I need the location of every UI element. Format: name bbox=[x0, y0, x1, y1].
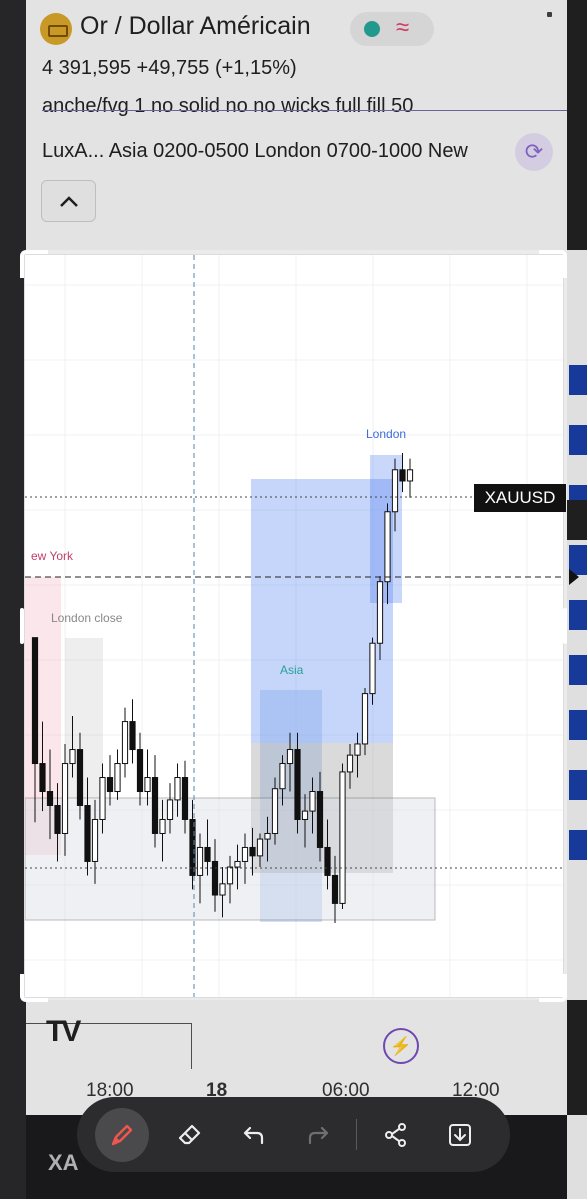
candle-body bbox=[279, 763, 286, 790]
candle-body bbox=[406, 469, 414, 482]
london-close-zone bbox=[65, 638, 103, 798]
redo-icon bbox=[308, 1126, 329, 1145]
pen-button[interactable] bbox=[95, 1108, 149, 1162]
session-label-london-close: London close bbox=[51, 611, 123, 625]
candle-body bbox=[129, 721, 136, 751]
download-icon bbox=[449, 1124, 471, 1146]
candle-body bbox=[399, 469, 406, 482]
redo-button[interactable] bbox=[291, 1108, 345, 1162]
crop-handle-right[interactable] bbox=[563, 608, 567, 644]
session-label-asia: Asia bbox=[280, 663, 304, 677]
candle-body bbox=[376, 581, 384, 644]
candle-body bbox=[234, 860, 241, 868]
candle-body bbox=[106, 777, 114, 793]
candle-body bbox=[114, 763, 121, 793]
candle-body bbox=[219, 883, 226, 896]
candle-body bbox=[166, 799, 174, 820]
crop-handle-bottom-left[interactable] bbox=[20, 974, 48, 1002]
candle-body bbox=[99, 777, 106, 820]
pen-icon bbox=[111, 1124, 133, 1146]
symbol-price-tag: XAUUSD bbox=[474, 484, 566, 512]
candle-body bbox=[76, 749, 84, 806]
candle-body bbox=[211, 860, 219, 896]
candle-body bbox=[354, 743, 361, 756]
download-button[interactable] bbox=[433, 1108, 487, 1162]
chart-canvas[interactable]: London Asia ew York London close bbox=[25, 255, 564, 998]
candle-body bbox=[361, 693, 369, 745]
candle-body bbox=[286, 749, 294, 765]
candle-body bbox=[346, 754, 354, 773]
toolbar-separator bbox=[356, 1119, 357, 1150]
candle-body bbox=[264, 832, 271, 840]
candle-body bbox=[369, 642, 376, 695]
candle-body bbox=[249, 846, 256, 857]
candle-body bbox=[331, 874, 339, 904]
candle-body bbox=[226, 866, 234, 885]
undo-button[interactable] bbox=[227, 1108, 281, 1162]
crop-handle-bottom-right[interactable] bbox=[539, 974, 567, 1002]
candle-body bbox=[174, 777, 181, 801]
candle-body bbox=[54, 805, 61, 834]
session-label-london: London bbox=[366, 427, 406, 441]
candle-body bbox=[316, 791, 324, 848]
candle-body bbox=[84, 805, 91, 862]
candle-body bbox=[256, 838, 264, 857]
candle-body bbox=[121, 721, 129, 765]
candle-body bbox=[391, 469, 399, 513]
candle-body bbox=[241, 846, 249, 862]
crop-handle-left[interactable] bbox=[20, 608, 24, 644]
candle-body bbox=[144, 777, 151, 793]
candle-body bbox=[91, 818, 99, 862]
candle-body bbox=[31, 637, 39, 765]
edit-toolbar bbox=[77, 1097, 510, 1172]
candle-body bbox=[324, 846, 331, 876]
eraser-button[interactable] bbox=[163, 1108, 217, 1162]
undo-icon bbox=[243, 1126, 264, 1145]
candle-body bbox=[151, 777, 159, 834]
eraser-icon bbox=[178, 1124, 201, 1145]
candle-body bbox=[294, 749, 301, 820]
crop-region[interactable]: London Asia ew York London close bbox=[24, 254, 564, 998]
crop-handle-top-left[interactable] bbox=[20, 250, 48, 278]
price-arrow-icon bbox=[569, 569, 579, 585]
candle-body bbox=[46, 791, 54, 806]
candle-body bbox=[196, 846, 204, 876]
candle-body bbox=[384, 511, 391, 583]
crop-handle-top-right[interactable] bbox=[539, 250, 567, 278]
session-label-new-york: ew York bbox=[31, 549, 74, 563]
candle-body bbox=[204, 846, 211, 862]
share-icon bbox=[385, 1123, 406, 1147]
candle-body bbox=[69, 749, 76, 765]
candle-body bbox=[339, 771, 346, 904]
candle-body bbox=[39, 763, 46, 793]
candle-body bbox=[271, 788, 279, 834]
share-button[interactable] bbox=[369, 1108, 423, 1162]
candle-body bbox=[136, 749, 144, 793]
candle-body bbox=[301, 810, 309, 820]
candle-body bbox=[159, 818, 166, 834]
candle-body bbox=[309, 791, 316, 812]
candle-body bbox=[181, 777, 189, 820]
candle-body bbox=[61, 763, 69, 834]
